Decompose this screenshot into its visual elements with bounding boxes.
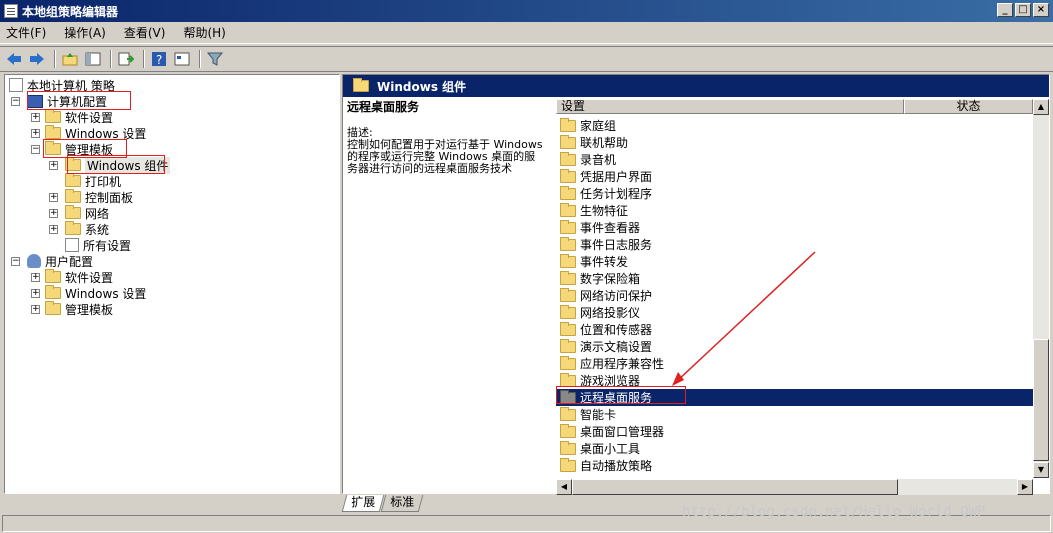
tab-label: 扩展 xyxy=(351,495,376,509)
tab-label: 标准 xyxy=(390,495,415,509)
tab-extended[interactable]: 扩展 xyxy=(341,495,385,512)
tab-standard[interactable]: 标准 xyxy=(380,495,424,512)
annotation-arrow xyxy=(672,251,816,386)
watermark: http://blog.csdn.net/Hello_World_QWP xyxy=(682,504,986,520)
view-tabs: 扩展 标准 xyxy=(341,495,424,513)
